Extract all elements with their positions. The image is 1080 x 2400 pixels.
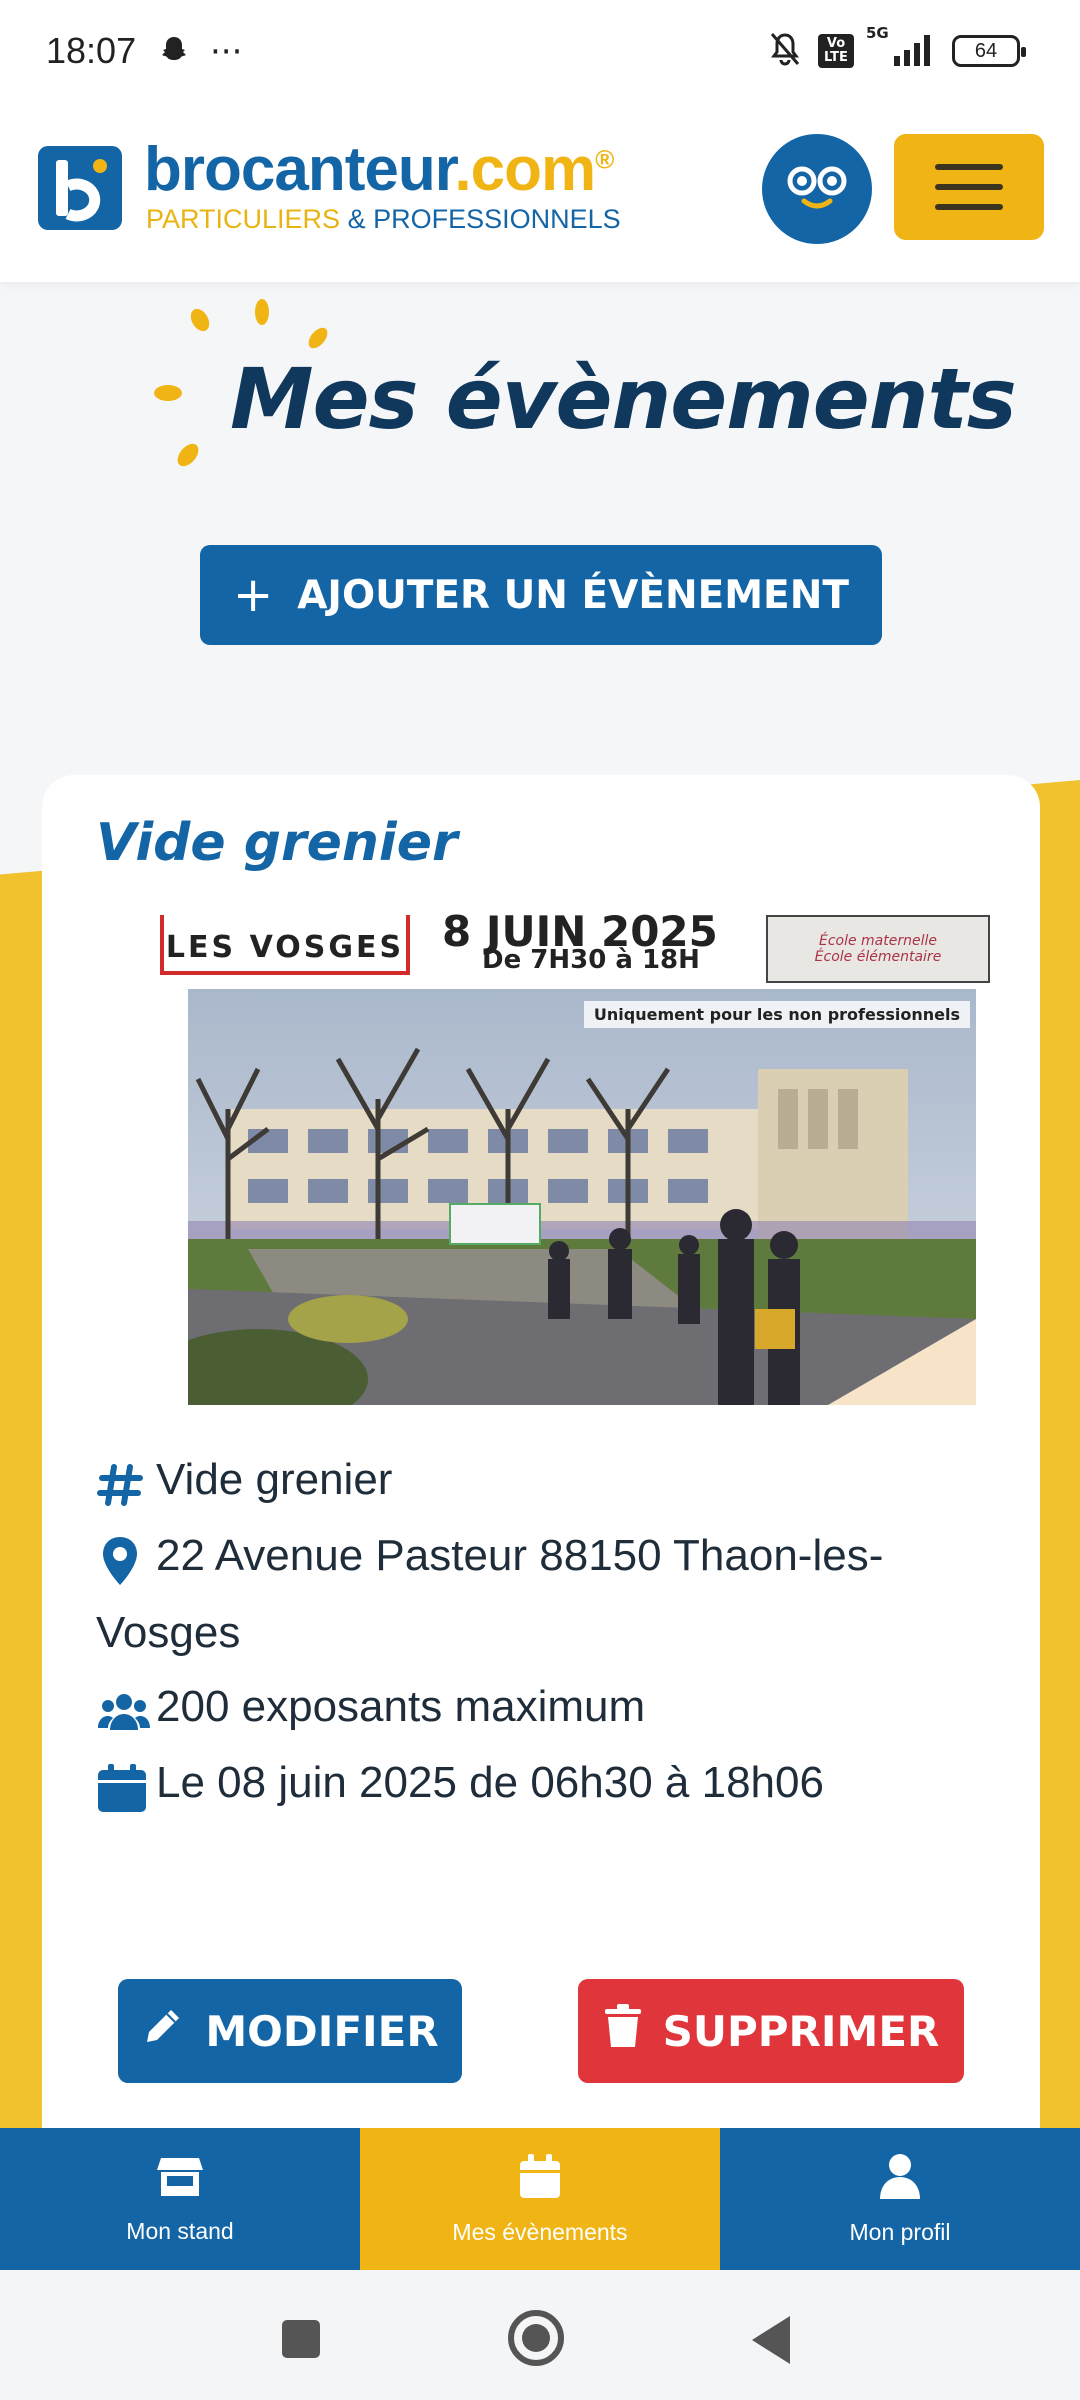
event-exhibitors-row: 200 exposants maximum	[96, 1670, 996, 1746]
store-icon	[157, 2154, 203, 2204]
trash-icon	[603, 2003, 643, 2059]
mute-icon	[766, 30, 804, 72]
event-card: Vide grenier LES VOSGES 8 JUIN 2025 De 7…	[42, 775, 1040, 2135]
pencil-icon	[141, 2004, 185, 2058]
add-event-button[interactable]: + AJOUTER UN ÉVÈNEMENT	[200, 545, 882, 645]
delete-event-label: SUPPRIMER	[662, 2006, 940, 2056]
plus-icon: +	[233, 567, 274, 623]
location-pin-icon	[96, 1522, 156, 1596]
app-header: brocanteur.com® PARTICULIERS & PROFESSIO…	[0, 110, 1080, 282]
event-exhibitors: 200 exposants maximum	[156, 1681, 646, 1731]
more-icon: ···	[210, 32, 243, 72]
brand-name[interactable]: brocanteur.com®	[144, 134, 614, 205]
brand-logo-icon[interactable]	[38, 146, 122, 230]
edit-event-label: MODIFIER	[205, 2006, 439, 2056]
brand-tagline: PARTICULIERS & PROFESSIONNELS	[146, 204, 621, 234]
poster-hours: De 7H30 à 18H	[482, 945, 700, 975]
snapchat-icon	[158, 34, 190, 70]
event-address-row: 22 Avenue Pasteur 88150 Thaon-les-Vosges	[96, 1519, 996, 1669]
event-datetime-row: Le 08 juin 2025 de 06h30 à 18h06	[96, 1746, 996, 1822]
user-icon	[880, 2153, 920, 2205]
event-poster-image[interactable]: LES VOSGES 8 JUIN 2025 De 7H30 à 18H Éco…	[112, 907, 990, 1405]
nav-item-mon-profil[interactable]: Mon profil	[720, 2128, 1080, 2270]
event-category: Vide grenier	[156, 1455, 393, 1504]
nav-label-mon-stand: Mon stand	[126, 2217, 234, 2244]
event-datetime: Le 08 juin 2025 de 06h30 à 18h06	[156, 1758, 824, 1808]
signal-icon: 5G	[866, 24, 938, 70]
nav-item-mes-evenements[interactable]: Mes évènements	[360, 2128, 720, 2270]
owl-face-icon	[782, 157, 852, 221]
hashtag-icon	[96, 1445, 156, 1519]
hamburger-menu-button[interactable]	[894, 134, 1044, 240]
account-button[interactable]	[762, 134, 872, 244]
calendar-icon	[519, 2153, 561, 2205]
nav-item-mon-stand[interactable]: Mon stand	[0, 2128, 360, 2270]
volte-icon: Vo LTE	[818, 34, 854, 68]
users-icon	[96, 1672, 156, 1746]
poster-note: Uniquement pour les non professionnels	[583, 1001, 970, 1028]
event-address[interactable]: 22 Avenue Pasteur 88150 Thaon-les-Vosges	[96, 1531, 883, 1656]
add-event-label: AJOUTER UN ÉVÈNEMENT	[297, 572, 849, 618]
system-navigation-bar	[0, 2270, 1080, 2400]
calendar-icon	[96, 1749, 156, 1823]
status-bar: 18:07 ··· Vo LTE 5G 64	[0, 0, 1080, 110]
delete-event-button[interactable]: SUPPRIMER	[578, 1979, 964, 2083]
nav-label-mes-evenements: Mes évènements	[452, 2218, 628, 2245]
event-category-row: Vide grenier	[96, 1443, 996, 1519]
back-button[interactable]	[752, 2316, 790, 2364]
edit-event-button[interactable]: MODIFIER	[118, 1979, 462, 2083]
event-title[interactable]: Vide grenier	[96, 813, 458, 873]
status-time: 18:07	[46, 30, 137, 71]
recent-apps-button[interactable]	[282, 2320, 320, 2358]
nav-label-mon-profil: Mon profil	[849, 2218, 951, 2245]
page-title: Mes évènements	[230, 350, 1017, 448]
event-details: Vide grenier 22 Avenue Pasteur 88150 Tha…	[96, 1443, 996, 1823]
home-button[interactable]	[508, 2310, 564, 2366]
poster-badge: LES VOSGES	[160, 915, 410, 975]
school-photo: Uniquement pour les non professionnels	[188, 989, 976, 1405]
bottom-navigation: Mon stand Mes évènements Mon profil	[0, 2128, 1080, 2270]
battery-indicator: 64	[952, 35, 1026, 67]
poster-school-sign: École maternelle École élémentaire	[766, 915, 990, 983]
